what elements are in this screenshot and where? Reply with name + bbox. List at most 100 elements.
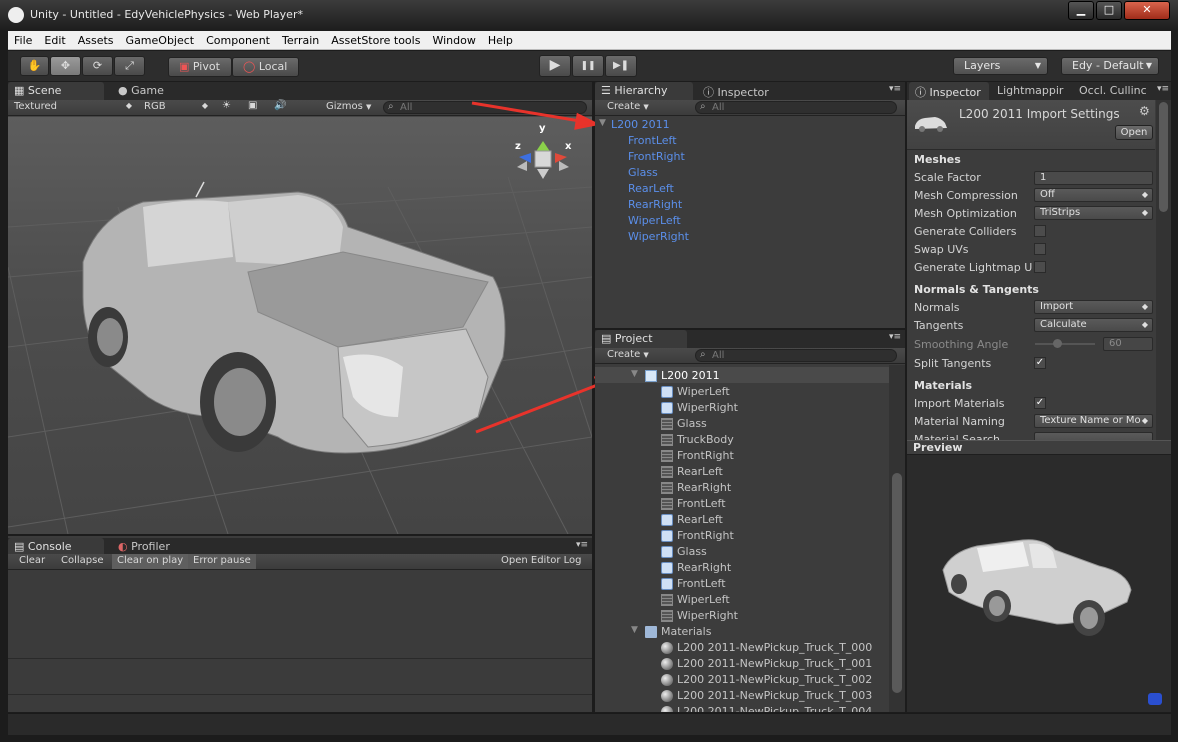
scene-fx-toggle[interactable]: ▣ bbox=[248, 100, 257, 111]
preview-settings-icon[interactable] bbox=[1148, 693, 1162, 705]
clear-on-play-toggle[interactable]: Clear on play bbox=[112, 554, 189, 569]
project-list-item[interactable]: RearRight bbox=[677, 561, 731, 574]
tab-inspector[interactable]: ⓘ Inspector bbox=[909, 82, 989, 100]
material-naming-dropdown[interactable]: Texture Name or Mo ◆ bbox=[1034, 414, 1153, 428]
layers-dropdown[interactable]: Layers ▼ bbox=[953, 57, 1048, 75]
project-list-item[interactable]: Glass bbox=[677, 545, 707, 558]
expand-triangle-icon[interactable]: ▼ bbox=[631, 625, 638, 635]
hierarchy-child-item[interactable]: FrontLeft bbox=[628, 134, 677, 147]
panel-menu-icon[interactable]: ▾≡ bbox=[889, 84, 901, 94]
expand-triangle-icon[interactable]: ▼ bbox=[599, 118, 606, 128]
tab-scene[interactable]: ▦ Scene bbox=[8, 82, 104, 100]
generate-colliders-checkbox[interactable] bbox=[1034, 225, 1046, 237]
preview-header-bar[interactable]: Preview bbox=[907, 440, 1171, 455]
open-editor-log-button[interactable]: Open Editor Log bbox=[496, 554, 587, 569]
tab-project[interactable]: ▤ Project bbox=[595, 330, 687, 348]
hierarchy-child-item[interactable]: RearRight bbox=[628, 198, 682, 211]
project-folder-materials[interactable]: Materials bbox=[661, 625, 711, 638]
pause-button[interactable]: ❚❚ bbox=[572, 55, 604, 77]
hierarchy-root-item[interactable]: L200 2011 bbox=[611, 118, 670, 131]
error-pause-toggle[interactable]: Error pause bbox=[188, 554, 256, 569]
tab-game[interactable]: ● Game bbox=[112, 82, 192, 100]
project-list-item[interactable]: WiperRight bbox=[677, 609, 738, 622]
project-list-item[interactable]: FrontRight bbox=[677, 529, 734, 542]
hierarchy-child-item[interactable]: WiperLeft bbox=[628, 214, 681, 227]
collapse-button[interactable]: Collapse bbox=[56, 554, 109, 569]
scale-tool-button[interactable]: ⤢ bbox=[114, 56, 145, 76]
step-button[interactable]: ▶❚ bbox=[605, 55, 637, 77]
project-list-item[interactable]: FrontLeft bbox=[677, 497, 726, 510]
material-list-item[interactable]: L200 2011-NewPickup_Truck_T_001 bbox=[677, 657, 872, 670]
swap-uvs-checkbox[interactable] bbox=[1034, 243, 1046, 255]
menu-help[interactable]: Help bbox=[482, 31, 519, 47]
project-root-item[interactable]: L200 2011 bbox=[661, 369, 720, 382]
close-button[interactable]: ✕ bbox=[1124, 1, 1170, 20]
scene-audio-toggle[interactable]: 🔊 bbox=[274, 100, 286, 111]
scene-lighting-toggle[interactable]: ☀ bbox=[222, 100, 231, 111]
gear-icon[interactable]: ⚙ bbox=[1139, 104, 1150, 118]
project-scrollbar-thumb[interactable] bbox=[892, 473, 902, 693]
color-mode-dropdown[interactable]: RGB ◆ bbox=[144, 101, 208, 112]
inspector-scrollbar-thumb[interactable] bbox=[1159, 102, 1168, 212]
hierarchy-child-item[interactable]: RearLeft bbox=[628, 182, 674, 195]
project-list-item[interactable]: WiperLeft bbox=[677, 385, 730, 398]
hand-tool-button[interactable]: ✋ bbox=[20, 56, 49, 76]
scene-orientation-gizmo[interactable]: y x z bbox=[513, 123, 573, 191]
material-list-item[interactable]: L200 2011-NewPickup_Truck_T_000 bbox=[677, 641, 872, 654]
expand-triangle-icon[interactable]: ▼ bbox=[631, 369, 638, 379]
pivot-toggle[interactable]: ▣ Pivot bbox=[168, 57, 232, 77]
menu-file[interactable]: File bbox=[8, 31, 38, 47]
panel-menu-icon[interactable]: ▾≡ bbox=[1157, 84, 1169, 94]
menu-assets[interactable]: Assets bbox=[72, 31, 120, 47]
generate-lightmap-uvs-checkbox[interactable] bbox=[1034, 261, 1046, 273]
project-list-item[interactable]: WiperRight bbox=[677, 401, 738, 414]
project-list-item[interactable]: Glass bbox=[677, 417, 707, 430]
tab-inspector-secondary[interactable]: ⓘ Inspector bbox=[697, 82, 787, 100]
hierarchy-child-item[interactable]: FrontRight bbox=[628, 150, 685, 163]
mesh-optimization-dropdown[interactable]: TriStrips ◆ bbox=[1034, 206, 1153, 220]
truck-preview-image[interactable] bbox=[937, 532, 1147, 642]
import-materials-checkbox[interactable]: ✓ bbox=[1034, 397, 1046, 409]
hierarchy-search-input[interactable]: All bbox=[695, 101, 897, 114]
tangents-dropdown[interactable]: Calculate ◆ bbox=[1034, 318, 1153, 332]
scale-factor-input[interactable]: 1 bbox=[1034, 171, 1153, 185]
mesh-compression-dropdown[interactable]: Off ◆ bbox=[1034, 188, 1153, 202]
panel-menu-icon[interactable]: ▾≡ bbox=[889, 332, 901, 342]
project-list-item[interactable]: FrontRight bbox=[677, 449, 734, 462]
menu-gameobject[interactable]: GameObject bbox=[120, 31, 201, 47]
menu-window[interactable]: Window bbox=[426, 31, 481, 47]
menu-assetstore-tools[interactable]: AssetStore tools bbox=[325, 31, 426, 47]
inspector-scrollbar[interactable] bbox=[1156, 100, 1171, 442]
project-list-item[interactable]: WiperLeft bbox=[677, 593, 730, 606]
project-list-item[interactable]: RearLeft bbox=[677, 465, 723, 478]
menu-component[interactable]: Component bbox=[200, 31, 276, 47]
tab-occlusion-culling[interactable]: Occl. Cullinc bbox=[1073, 82, 1157, 100]
scene-search-input[interactable]: All bbox=[383, 101, 587, 114]
minimize-button[interactable]: ▁ bbox=[1068, 1, 1094, 20]
move-tool-button[interactable]: ✥ bbox=[50, 56, 81, 76]
play-button[interactable]: ▶ bbox=[539, 55, 571, 77]
project-list-item[interactable]: FrontLeft bbox=[677, 577, 726, 590]
local-toggle[interactable]: ◯ Local bbox=[232, 57, 299, 77]
console-log-area[interactable] bbox=[8, 570, 592, 712]
open-button[interactable]: Open bbox=[1115, 125, 1153, 140]
project-list-item[interactable]: RearRight bbox=[677, 481, 731, 494]
render-mode-dropdown[interactable]: Textured ◆ bbox=[14, 101, 132, 112]
project-search-input[interactable]: All bbox=[695, 349, 897, 362]
tab-hierarchy[interactable]: ☰ Hierarchy bbox=[595, 82, 693, 100]
scene-viewport[interactable]: y x z bbox=[8, 117, 592, 534]
hierarchy-child-item[interactable]: WiperRight bbox=[628, 230, 689, 243]
menu-terrain[interactable]: Terrain bbox=[276, 31, 325, 47]
tab-lightmapping[interactable]: Lightmappir bbox=[991, 82, 1073, 100]
project-list-item[interactable]: RearLeft bbox=[677, 513, 723, 526]
project-create-dropdown[interactable]: Create ▼ bbox=[607, 349, 649, 360]
project-list-item[interactable]: TruckBody bbox=[677, 433, 734, 446]
panel-menu-icon[interactable]: ▾≡ bbox=[576, 540, 588, 550]
material-list-item[interactable]: L200 2011-NewPickup_Truck_T_002 bbox=[677, 673, 872, 686]
layout-dropdown[interactable]: Edy - Default ▼ bbox=[1061, 57, 1159, 75]
normals-dropdown[interactable]: Import ◆ bbox=[1034, 300, 1153, 314]
gizmos-dropdown[interactable]: Gizmos ▼ bbox=[326, 101, 371, 112]
hierarchy-child-item[interactable]: Glass bbox=[628, 166, 658, 179]
split-tangents-checkbox[interactable]: ✓ bbox=[1034, 357, 1046, 369]
rotate-tool-button[interactable]: ⟳ bbox=[82, 56, 113, 76]
